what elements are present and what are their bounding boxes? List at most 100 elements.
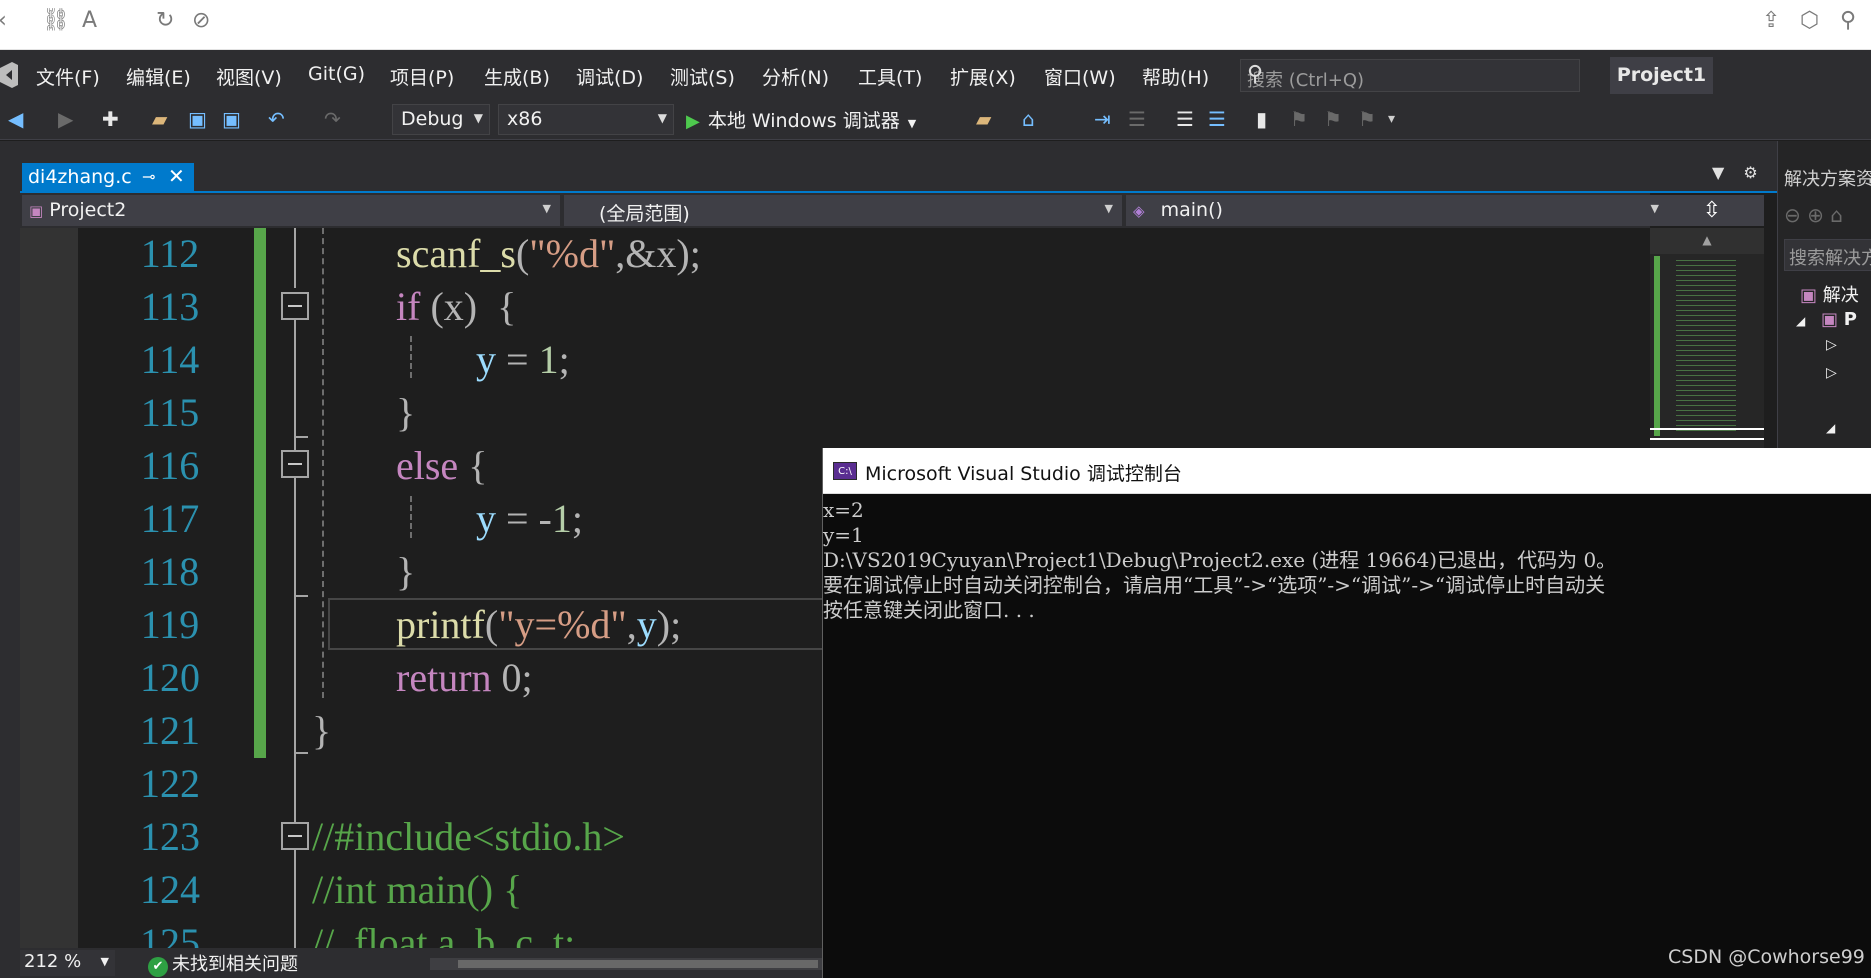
expanded-arrow-icon[interactable]: ◢: [1826, 421, 1835, 435]
search-icon: ⚲: [1247, 62, 1264, 87]
browser-toolbar: ‹ ⛓ A ↻ ⊘ ⇪ ⬡ ⚲: [0, 0, 1871, 50]
run-label: 本地 Windows 调试器: [707, 110, 900, 132]
debug-console-window[interactable]: C:\ Microsoft Visual Studio 调试控制台 x=2 y=…: [822, 448, 1871, 978]
console-line: y=1: [823, 523, 864, 547]
solution-search-input[interactable]: 搜索解决方案资源管理器: [1784, 239, 1871, 271]
vertical-scrollbar-minimap[interactable]: ▲: [1650, 228, 1764, 448]
back-icon[interactable]: ⊖: [1784, 203, 1801, 227]
new-item-icon[interactable]: ✚: [102, 106, 119, 132]
navigate-back-icon[interactable]: ◀: [8, 106, 23, 132]
gear-icon[interactable]: ⚙: [1743, 163, 1757, 182]
standard-toolbar: ◀ ▶ ✚ ▰ ▣ ▣ ↶ ↷ Debug ▼ x86 ▼ ▶ 本地 Window…: [0, 100, 1871, 140]
line-number: 122: [140, 761, 200, 806]
console-title-bar[interactable]: C:\ Microsoft Visual Studio 调试控制台: [823, 448, 1871, 494]
undo-icon[interactable]: ↶: [268, 106, 285, 132]
menu-tools[interactable]: 工具(T): [858, 63, 922, 90]
open-file-icon[interactable]: ▰: [152, 106, 167, 132]
pin-icon[interactable]: ⊸: [142, 167, 155, 186]
member-select[interactable]: ◈ main() ▼: [1126, 195, 1668, 226]
code-line-123: //#include<stdio.h>: [312, 814, 625, 859]
solution-configuration-select[interactable]: Debug ▼: [392, 104, 490, 135]
share-icon[interactable]: ⇪: [1762, 10, 1780, 32]
bookmark-icon[interactable]: ▮: [1256, 106, 1267, 132]
issue-status[interactable]: ✔ 未找到相关问题: [148, 950, 298, 977]
horizontal-scroll-thumb[interactable]: [458, 960, 818, 968]
home-window-icon[interactable]: ⌂: [1022, 106, 1035, 132]
next-bookmark-icon[interactable]: ⚑: [1324, 106, 1342, 132]
zoom-select[interactable]: 212 % ▼: [20, 950, 115, 976]
step-icon[interactable]: ⇥: [1094, 106, 1111, 132]
home-icon[interactable]: ⌂: [1830, 203, 1843, 227]
glyph-margin: [20, 228, 78, 948]
collapse-toggle[interactable]: [281, 450, 309, 478]
solution-explorer-panel: 解决方案资源管理器 ⊖ ⊕ ⌂ 搜索解决方案资源管理器 ▣ 解决 ◢ ▣ P ▷…: [1777, 141, 1871, 451]
console-output: x=2 y=1 D:\VS2019Cyuyan\Project1\Debug\P…: [823, 498, 1871, 623]
solution-platform-select[interactable]: x86 ▼: [498, 104, 674, 135]
scope-select[interactable]: (全局范围) ▼: [564, 195, 1122, 226]
comment-icon[interactable]: ☰: [1128, 106, 1146, 132]
collapse-toggle[interactable]: [281, 822, 309, 850]
outline-line: [294, 320, 296, 470]
tab-controls: ▼ ⚙: [1712, 163, 1758, 182]
horizontal-scrollbar[interactable]: [430, 958, 822, 970]
extensions-icon[interactable]: ⬡: [1800, 10, 1819, 32]
menu-window[interactable]: 窗口(W): [1044, 63, 1116, 90]
menu-project[interactable]: 项目(P): [390, 63, 454, 90]
menu-build[interactable]: 生成(B): [484, 63, 550, 90]
profile-icon[interactable]: ⚲: [1840, 10, 1856, 32]
tree-expand-arrow-icon[interactable]: ▷: [1826, 337, 1837, 353]
menu-analyze[interactable]: 分析(N): [762, 63, 829, 90]
clear-bookmarks-icon[interactable]: ⚑: [1358, 106, 1376, 132]
project-select[interactable]: ▣ Project2 ▼: [22, 195, 560, 226]
refresh-icon[interactable]: ↻: [156, 10, 174, 32]
back-icon[interactable]: ‹: [0, 10, 7, 32]
menu-edit[interactable]: 编辑(E): [126, 63, 191, 90]
member-select-value: main(): [1160, 199, 1223, 221]
menu-git[interactable]: Git(G): [308, 63, 365, 85]
forward-icon[interactable]: ⊕: [1807, 203, 1824, 227]
menu-help[interactable]: 帮助(H): [1142, 63, 1209, 90]
close-icon[interactable]: ✕: [168, 164, 185, 188]
line-number: 112: [140, 231, 200, 276]
toolbar-overflow-icon[interactable]: ▾: [1388, 106, 1395, 132]
save-icon[interactable]: ▣: [188, 106, 207, 132]
console-line: D:\VS2019Cyuyan\Project1\Debug\Project2.…: [823, 548, 1617, 572]
line-number: 118: [140, 549, 200, 594]
scroll-up-arrow-icon[interactable]: ▲: [1650, 228, 1764, 254]
tab-list-chevron-icon[interactable]: ▼: [1712, 163, 1724, 182]
solution-explorer-title: 解决方案资源管理器: [1784, 169, 1871, 190]
redo-icon[interactable]: ↷: [324, 106, 341, 132]
menu-file[interactable]: 文件(F): [36, 63, 100, 90]
check-circle-icon: ✔: [148, 957, 168, 977]
tree-expand-arrow-icon[interactable]: ▷: [1826, 365, 1837, 381]
project-icon: ▣: [1820, 309, 1838, 330]
project-icon: ▣: [29, 202, 44, 220]
indent-icon[interactable]: ☰: [1176, 106, 1194, 132]
read-aloud-icon[interactable]: A: [82, 10, 97, 32]
menu-extensions[interactable]: 扩展(X): [950, 63, 1016, 90]
tree-item-solution[interactable]: ▣ 解决: [1800, 281, 1859, 307]
line-number: 120: [140, 655, 200, 700]
menu-view[interactable]: 视图(V): [216, 63, 282, 90]
tree-item-project[interactable]: ◢ ▣ P: [1796, 309, 1857, 330]
menu-bar: 文件(F) 编辑(E) 视图(V) Git(G) 项目(P) 生成(B) 调试(…: [0, 50, 1871, 100]
chevron-down-icon: ▼: [1104, 202, 1113, 215]
link-icon[interactable]: ⛓: [42, 10, 70, 32]
code-line-115: }: [396, 390, 416, 435]
navigate-forward-icon[interactable]: ▶: [58, 106, 73, 132]
outdent-icon[interactable]: ☰: [1208, 106, 1226, 132]
menu-test[interactable]: 测试(S): [670, 63, 735, 90]
menu-debug[interactable]: 调试(D): [576, 63, 643, 90]
search-input[interactable]: 搜索 (Ctrl+Q) ⚲: [1240, 59, 1580, 92]
split-editor-button[interactable]: ⇳: [1660, 195, 1764, 226]
collapse-toggle[interactable]: [281, 292, 309, 320]
play-icon: ▶: [686, 111, 700, 132]
tab-di4zhang-c[interactable]: di4zhang.c ⊸ ✕: [22, 163, 194, 193]
compass-icon[interactable]: ⊘: [192, 10, 210, 32]
folder-search-icon[interactable]: ▰: [976, 106, 991, 132]
prev-bookmark-icon[interactable]: ⚑: [1290, 106, 1308, 132]
start-debugging-button[interactable]: ▶ 本地 Windows 调试器 ▼: [686, 106, 916, 134]
chevron-down-icon: ▼: [1650, 202, 1659, 215]
minimap-viewport[interactable]: [1650, 428, 1764, 440]
save-all-icon[interactable]: ▣: [222, 106, 241, 132]
